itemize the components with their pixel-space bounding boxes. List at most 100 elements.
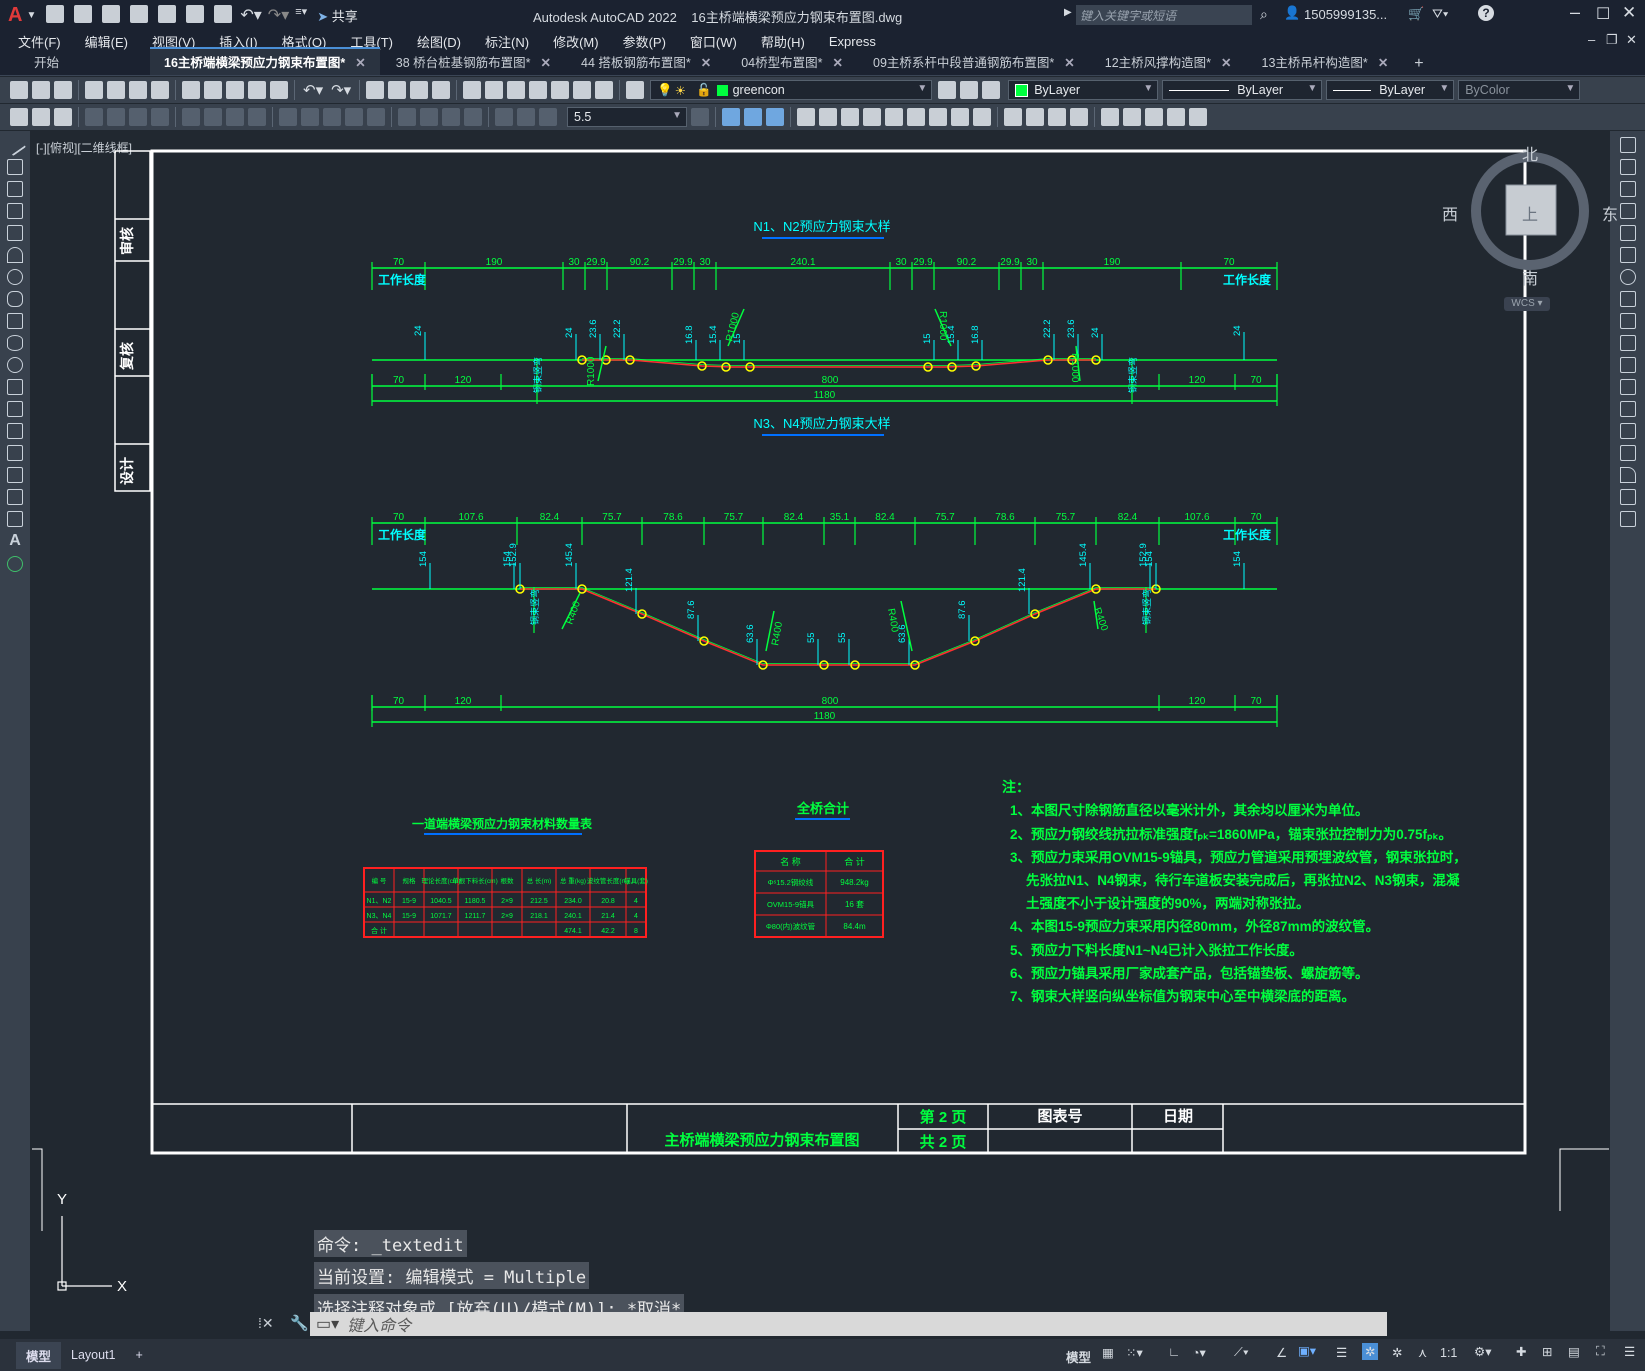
autodesk-apps-icon[interactable]: ⛛▾ [1432, 6, 1448, 22]
ucs-object-icon[interactable] [863, 108, 881, 126]
rotate-icon[interactable] [1619, 269, 1636, 285]
scale-icon[interactable] [1619, 291, 1636, 307]
menu-window[interactable]: 窗口(W) [690, 32, 737, 51]
tab-44[interactable]: 44 搭板钢筋布置图* ✕ [567, 49, 725, 75]
search-chevron-icon[interactable]: ▶ [1064, 7, 1072, 18]
angular-dim-icon[interactable] [248, 108, 266, 126]
help-icon[interactable]: ? [1478, 5, 1494, 21]
extend-icon[interactable] [1619, 357, 1636, 373]
doc-close-icon[interactable]: ✕ [1626, 32, 1637, 48]
zoom-window-icon[interactable] [410, 81, 429, 99]
dim-space-icon[interactable] [345, 108, 363, 126]
plotstyle-dropdown[interactable]: ByColor ▼ [1458, 80, 1581, 100]
isodraft-icon[interactable]: ⟋▾ [1234, 1345, 1249, 1360]
color-dropdown[interactable]: ByLayer ▼ [1008, 80, 1159, 100]
annotation-visibility-icon[interactable]: ✲ [1362, 1343, 1379, 1360]
rectangle-icon[interactable] [7, 225, 23, 241]
command-close-icon[interactable]: ⁞✕ [258, 1315, 274, 1332]
layer-freeze-icon[interactable]: ☀ [675, 83, 686, 98]
annotation-scale-icon[interactable]: ⋏ [1418, 1345, 1427, 1360]
model-space-button[interactable]: 模型 [1066, 1347, 1091, 1366]
publish-icon[interactable] [129, 81, 147, 99]
app-menu-chevron-icon[interactable]: ▼ [26, 10, 36, 21]
viewcube-north[interactable]: 北 [1522, 141, 1538, 165]
polygon-icon[interactable] [7, 203, 23, 219]
units-icon[interactable]: ⊞ [1542, 1344, 1552, 1359]
tab-close-icon[interactable]: ✕ [355, 56, 365, 70]
fillet-icon[interactable] [1619, 467, 1636, 483]
search-input[interactable]: 键入关键字或短语 [1076, 5, 1252, 25]
quick-dim-icon[interactable] [279, 108, 297, 126]
properties-icon[interactable] [463, 81, 482, 99]
tab-close-icon[interactable]: ✕ [1064, 56, 1074, 70]
table-icon[interactable] [7, 511, 23, 527]
viewcube-south[interactable]: 南 [1522, 265, 1538, 289]
autocad-logo[interactable]: A [8, 4, 22, 27]
tab-16[interactable]: 16主桥端横梁预应力钢束布置图* ✕ [150, 47, 380, 75]
maximize-icon[interactable]: ☐ [1596, 4, 1610, 24]
doc-max-icon[interactable]: ❐ [1606, 32, 1618, 48]
open-icon[interactable] [74, 5, 93, 23]
markup-icon[interactable] [551, 81, 570, 99]
explode-icon[interactable] [1619, 511, 1636, 527]
ucs-3point-icon[interactable] [841, 108, 859, 126]
arc-icon[interactable] [7, 247, 23, 263]
spline-icon[interactable] [7, 313, 23, 329]
dim-update-icon[interactable] [539, 108, 557, 126]
search-icon[interactable]: ⌕ [1260, 6, 1268, 23]
tab-model[interactable]: 模型 [16, 1341, 62, 1369]
minimize-icon[interactable]: – [1570, 2, 1580, 23]
visual-style-hidden-icon[interactable] [1048, 108, 1066, 126]
tab-04[interactable]: 04桥型布置图* ✕ [727, 49, 857, 75]
customize-status-icon[interactable]: ☰ [1624, 1344, 1635, 1359]
lineweight-icon[interactable]: ☰ [1336, 1345, 1347, 1360]
jogged-dim-icon[interactable] [204, 108, 222, 126]
add-layout-button[interactable]: + [126, 1344, 153, 1366]
clean-screen-icon[interactable]: ⛶ [1596, 1344, 1605, 1359]
linetype-dropdown[interactable]: ByLayer ▼ [1162, 80, 1323, 100]
layer-state-icon[interactable] [982, 81, 1001, 99]
quickcalc-icon[interactable] [573, 81, 592, 99]
zoom-previous-icon[interactable] [432, 81, 451, 99]
mtext-icon[interactable]: A [0, 532, 30, 550]
ucs-icon[interactable] [722, 108, 740, 126]
copy-icon[interactable] [204, 81, 222, 99]
revision-cloud-icon[interactable] [7, 291, 23, 307]
tool-palettes-icon[interactable] [507, 81, 526, 99]
object-snap-icon[interactable]: ▣▾ [1298, 1343, 1316, 1358]
cylinder-icon[interactable] [1145, 108, 1163, 126]
open-web-icon[interactable] [158, 5, 177, 23]
user-name[interactable]: 1505999135... [1304, 7, 1387, 22]
grid-icon[interactable]: ▦ [1102, 1345, 1114, 1360]
ucs-world-icon[interactable] [744, 108, 762, 126]
undo-icon[interactable]: ↶▾ [240, 5, 261, 25]
tab-start[interactable]: 开始 [20, 49, 148, 75]
workspace-gear-icon[interactable]: ⚙▾ [1474, 1344, 1491, 1359]
redo-icon[interactable]: ↷▾ [331, 81, 351, 99]
block-editor-icon[interactable] [270, 81, 288, 99]
osnap-icon[interactable]: ∠ [1276, 1345, 1287, 1360]
menu-draw[interactable]: 绘图(D) [417, 32, 461, 51]
array-icon[interactable] [1619, 225, 1636, 241]
annotation-scale-value[interactable]: 1:1 [1440, 1346, 1457, 1360]
visual-style-3d-icon[interactable] [1026, 108, 1044, 126]
cut-icon[interactable] [182, 81, 200, 99]
ellipse-icon[interactable] [7, 335, 23, 351]
tab-12[interactable]: 12主桥风撑构造图* ✕ [1091, 49, 1246, 75]
menu-file[interactable]: 文件(F) [18, 32, 61, 51]
menu-edit[interactable]: 编辑(E) [85, 32, 128, 51]
arc-length-icon[interactable] [129, 108, 147, 126]
add-selected-icon[interactable] [7, 556, 23, 572]
plot-icon[interactable] [214, 5, 233, 23]
erase-icon[interactable] [1619, 137, 1636, 153]
region-icon[interactable] [7, 489, 23, 505]
viewcube-top-face[interactable]: 上 [1522, 201, 1538, 225]
tab-close-icon[interactable]: ✕ [1221, 56, 1231, 70]
wedge-icon[interactable] [1189, 108, 1207, 126]
tolerance-icon[interactable] [398, 108, 416, 126]
new-icon[interactable] [46, 5, 65, 23]
zoom-realtime-icon[interactable] [388, 81, 407, 99]
offset-icon[interactable] [1619, 203, 1636, 219]
auto-scale-icon[interactable]: ✲ [1392, 1345, 1402, 1360]
new-tab-button[interactable]: + [1404, 55, 1433, 75]
